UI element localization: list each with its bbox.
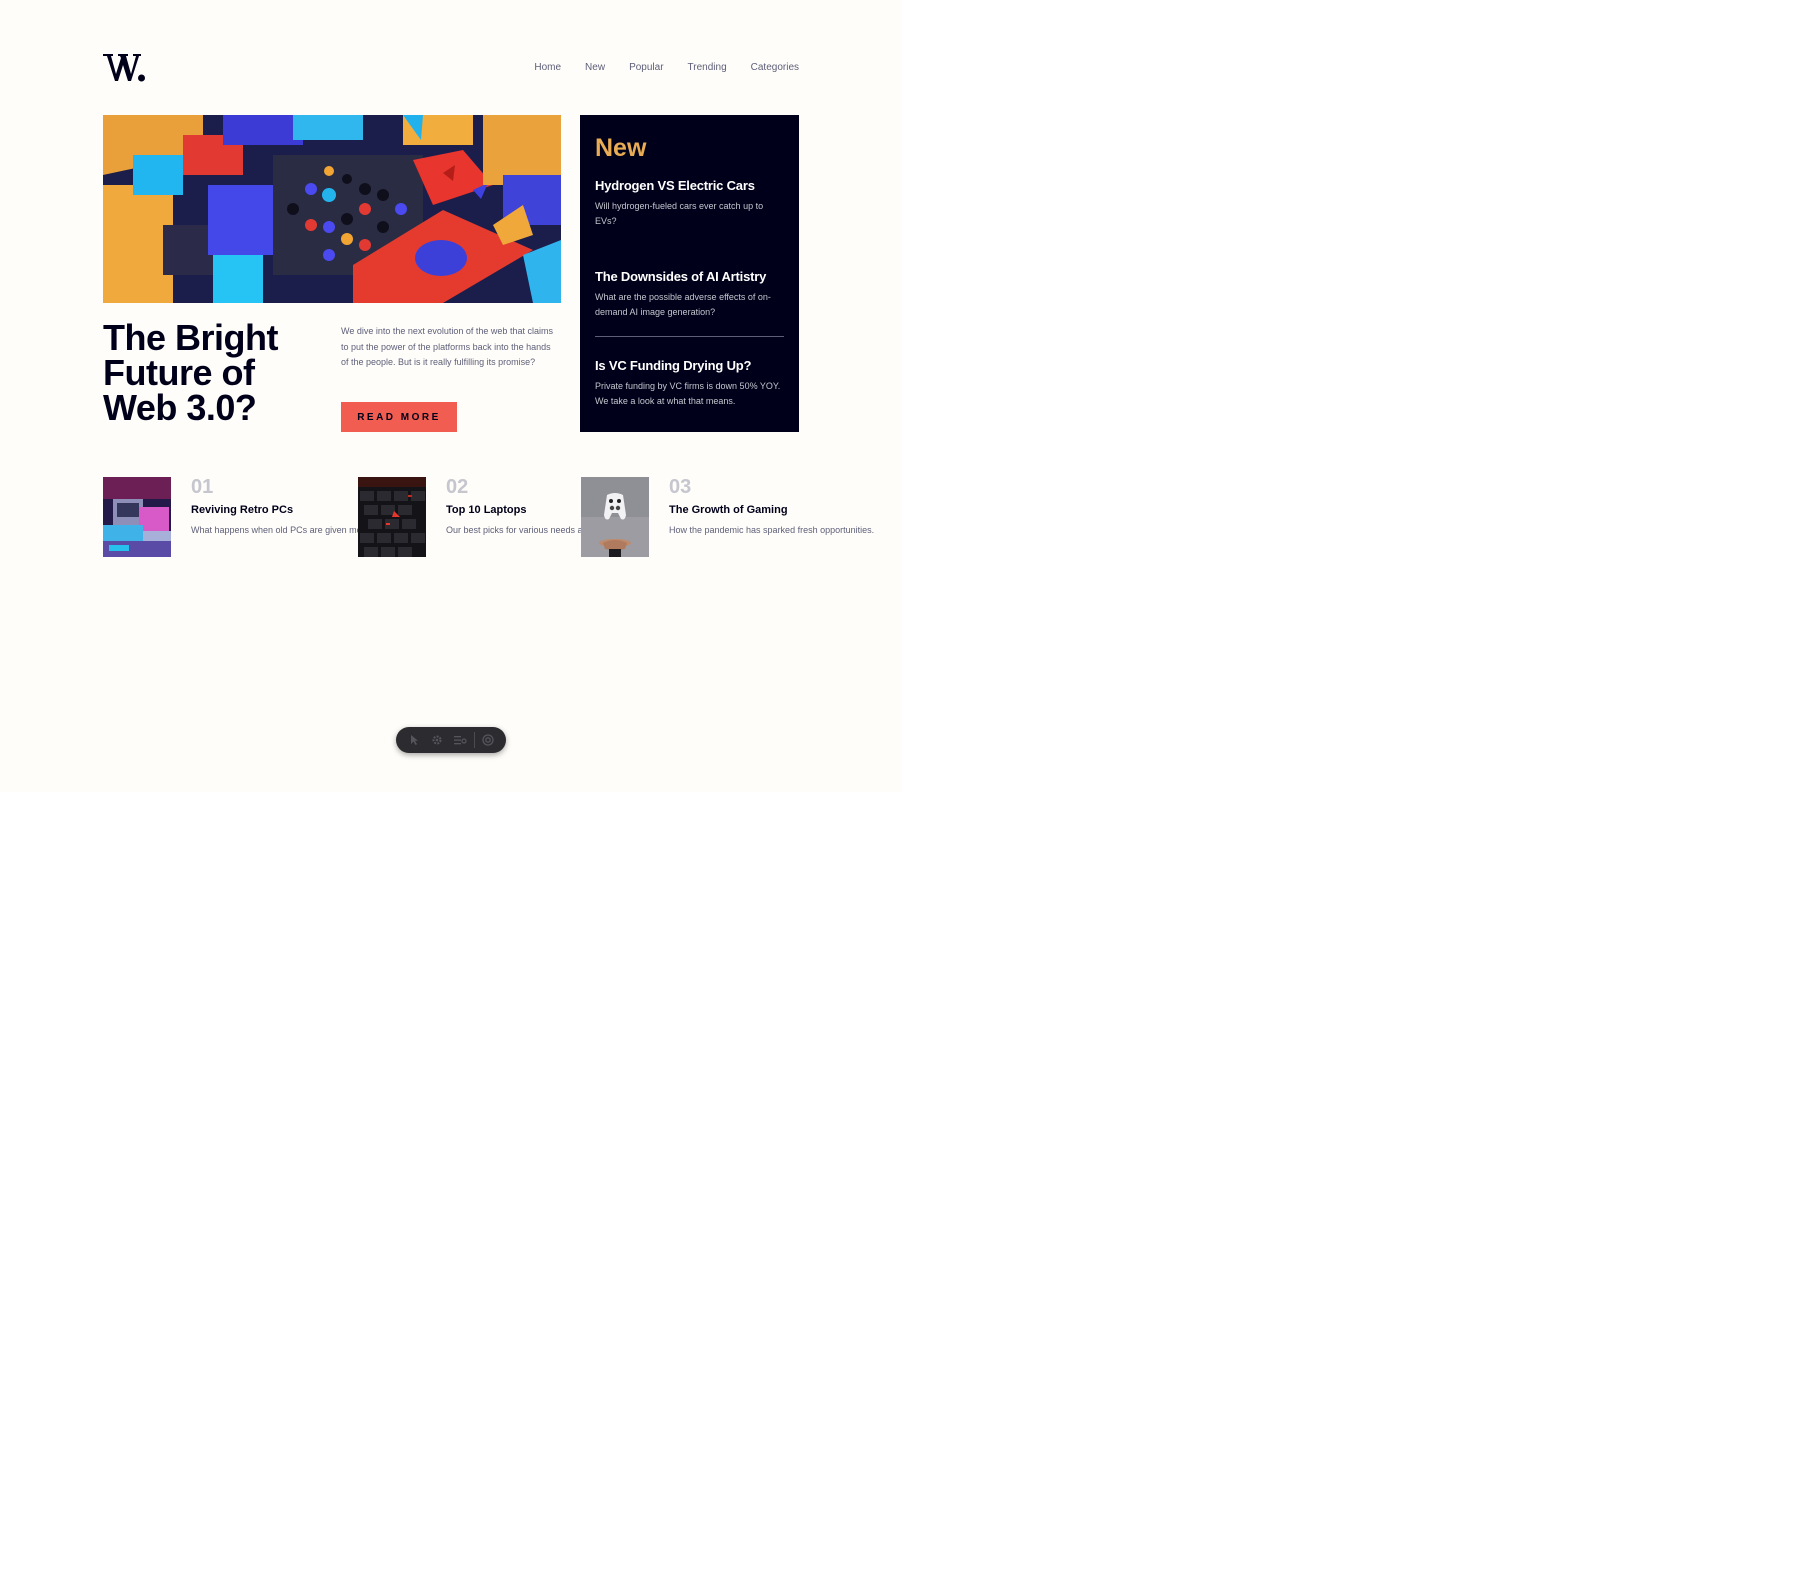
- hero-title: The Bright Future of Web 3.0?: [103, 317, 278, 428]
- new-panel-divider: [595, 336, 784, 337]
- read-more-button[interactable]: READ MORE: [341, 402, 457, 432]
- nav-new-link[interactable]: New: [585, 62, 605, 73]
- new-item-description: Private funding by VC firms is down 50% …: [595, 381, 781, 406]
- article-title[interactable]: The Growth of Gaming: [669, 503, 874, 518]
- new-panel-heading: New: [595, 134, 647, 162]
- new-item-description: Will hydrogen-fueled cars ever catch up …: [595, 201, 764, 226]
- article-text: 03 The Growth of Gaming How the pandemic…: [669, 477, 874, 557]
- hero-image: [103, 115, 561, 303]
- site-logo[interactable]: [103, 52, 145, 82]
- toolbar-separator: [473, 732, 475, 748]
- list-icon[interactable]: [451, 730, 470, 750]
- floating-toolbar: [396, 727, 506, 753]
- nav-categories-link[interactable]: Categories: [751, 62, 799, 73]
- article-thumbnail-gaming: [581, 477, 649, 557]
- hero-description: We dive into the next evolution of the w…: [341, 326, 553, 367]
- settings-icon[interactable]: [427, 730, 446, 750]
- laptop-keyboard-image: [358, 477, 426, 557]
- new-item-description: What are the possible adverse effects of…: [595, 292, 771, 317]
- article-description: How the pandemic has sparked fresh oppor…: [669, 525, 875, 535]
- logo-mark: [103, 54, 145, 82]
- page-viewport: Home New Popular Trending Categories The…: [0, 0, 902, 792]
- nav-popular-link[interactable]: Popular: [629, 62, 663, 73]
- article-thumbnail-laptop: [358, 477, 426, 557]
- game-controller-image: [581, 477, 649, 557]
- nav-home-link[interactable]: Home: [534, 62, 561, 73]
- new-item-title[interactable]: Is VC Funding Drying Up?: [595, 357, 784, 374]
- target-icon[interactable]: [479, 730, 498, 750]
- new-item[interactable]: Hydrogen VS Electric Cars Will hydrogen-…: [595, 177, 784, 229]
- new-item-spacer: [595, 229, 784, 268]
- inspect-icon[interactable]: [404, 730, 423, 750]
- new-item[interactable]: The Downsides of AI Artistry What are th…: [595, 268, 784, 320]
- new-articles-panel: New Hydrogen VS Electric Cars Will hydro…: [580, 115, 799, 432]
- article-number: 03: [669, 476, 692, 498]
- nav-trending-link[interactable]: Trending: [688, 62, 727, 73]
- hero-illustration: [103, 115, 561, 303]
- new-item-title[interactable]: Hydrogen VS Electric Cars: [595, 177, 784, 194]
- article-card[interactable]: 03 The Growth of Gaming How the pandemic…: [581, 477, 874, 557]
- retro-pc-image: [103, 477, 171, 557]
- article-thumbnail-retro-pc: [103, 477, 171, 557]
- new-item-title[interactable]: The Downsides of AI Artistry: [595, 268, 784, 285]
- new-item[interactable]: Is VC Funding Drying Up? Private funding…: [595, 357, 784, 409]
- main-nav: Home New Popular Trending Categories: [534, 62, 799, 73]
